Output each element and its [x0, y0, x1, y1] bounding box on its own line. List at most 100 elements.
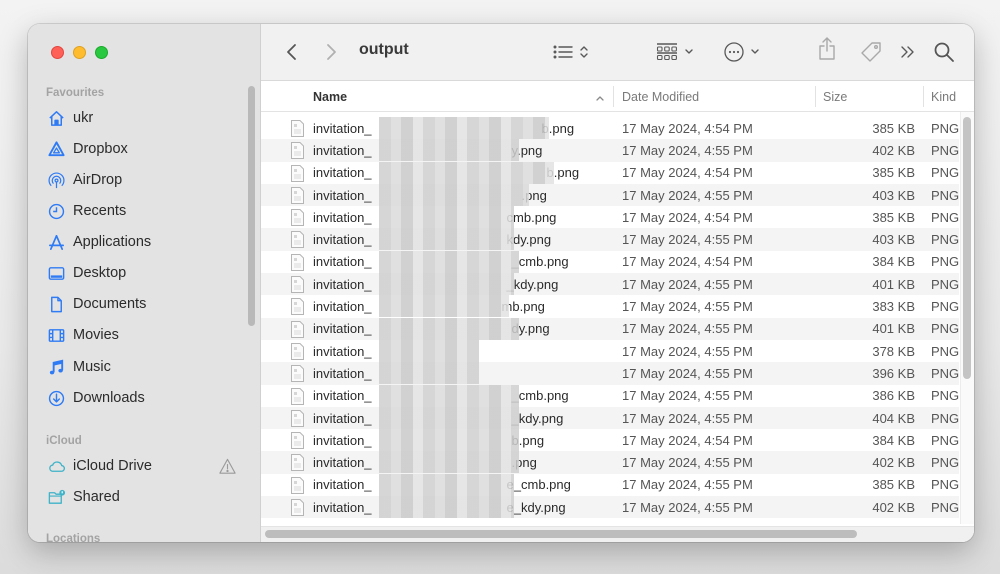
png-file-icon [291, 342, 304, 360]
table-row[interactable]: invitation_ dy.png 17 May 2024, 4:55 PM 401… [261, 317, 959, 340]
sidebar-item-icloud-drive[interactable]: iCloud Drive [46, 453, 236, 479]
file-kind: PNG [931, 477, 960, 493]
action-menu-button[interactable] [723, 40, 760, 64]
date-modified: 17 May 2024, 4:55 PM [622, 477, 753, 493]
file-name-suffix: _kdy.png [511, 410, 564, 426]
close-button[interactable] [51, 46, 64, 59]
file-name-suffix: cmb.png [506, 209, 557, 225]
date-modified: 17 May 2024, 4:55 PM [622, 142, 753, 158]
desktop-icon [46, 263, 66, 283]
tag-button[interactable] [859, 40, 883, 64]
horizontal-scroll-track [261, 526, 974, 542]
sidebar-item-label: Downloads [73, 390, 145, 406]
table-row[interactable]: invitation_ .png 17 May 2024, 4:55 PM 402 K… [261, 451, 959, 474]
film-icon [46, 325, 66, 345]
window-controls [51, 46, 108, 59]
sidebar-item-documents[interactable]: Documents [46, 291, 236, 317]
file-kind: PNG [931, 410, 960, 426]
file-size: 385 KB [872, 120, 915, 136]
music-note-icon [46, 357, 66, 377]
sidebar-item-movies[interactable]: Movies [46, 322, 236, 348]
table-header: Name Date Modified Size Kind [261, 81, 974, 112]
warning-icon[interactable] [218, 457, 236, 475]
file-size: 401 KB [872, 321, 915, 337]
date-modified: 17 May 2024, 4:55 PM [622, 232, 753, 248]
column-divider[interactable] [613, 86, 614, 107]
table-row[interactable]: invitation_ e_kdy.png 17 May 2024, 4:55 PM… [261, 496, 959, 519]
table-row[interactable]: invitation_ b.png 17 May 2024, 4:54 PM 384 … [261, 429, 959, 452]
file-size: 384 KB [872, 254, 915, 270]
column-divider[interactable] [815, 86, 816, 107]
date-modified: 17 May 2024, 4:55 PM [622, 343, 753, 359]
table-row[interactable]: invitation_ _cmb.png 17 May 2024, 4:55 PM 3… [261, 384, 960, 407]
table-row[interactable]: invitation_ b.png 17 May 2024, 4:54 PM 385 … [261, 161, 959, 184]
column-header-size[interactable]: Size [823, 81, 847, 112]
sidebar-item-music[interactable]: Music [46, 354, 236, 380]
table-row[interactable]: invitation_ .png 17 May 2024, 4:55 PM 403 K… [261, 183, 959, 207]
table-row[interactable]: invitation_ b.png 17 May 2024, 4:54 PM 385 … [261, 117, 959, 139]
list-view-icon [553, 43, 575, 61]
table-row[interactable]: invitation_ mb.png 17 May 2024, 4:55 PM 383… [261, 295, 959, 318]
column-header-date-modified[interactable]: Date Modified [622, 81, 699, 112]
file-name-suffix: e_cmb.png [506, 477, 571, 493]
sidebar-item-downloads[interactable]: Downloads [46, 385, 236, 411]
date-modified: 17 May 2024, 4:55 PM [622, 410, 753, 426]
sidebar-item-ukr[interactable]: ukr [46, 105, 236, 131]
table-row[interactable]: invitation_ e_cmb.png 17 May 2024, 4:55 PM… [261, 473, 960, 496]
file-size: 378 KB [872, 343, 915, 359]
table-row[interactable]: invitation_ cmb.png 17 May 2024, 4:54 PM 38… [261, 206, 959, 229]
share-button[interactable] [817, 37, 837, 61]
sidebar-item-label: AirDrop [73, 172, 123, 188]
file-name-prefix: invitation_ [313, 187, 372, 203]
zoom-button[interactable] [95, 46, 108, 59]
sidebar-item-recents[interactable]: Recents [46, 198, 236, 224]
sidebar-item-desktop[interactable]: Desktop [46, 260, 236, 286]
share-icon [817, 36, 837, 62]
table-row[interactable]: invitation_ _cmb.png 17 May 2024, 4:54 PM 3… [261, 250, 959, 273]
back-button[interactable] [285, 40, 299, 64]
vertical-scrollbar[interactable] [963, 117, 971, 379]
group-button[interactable] [656, 40, 694, 64]
minimize-button[interactable] [73, 46, 86, 59]
date-modified: 17 May 2024, 4:54 PM [622, 209, 753, 225]
sidebar-item-label: iCloud Drive [73, 458, 152, 474]
column-divider[interactable] [923, 86, 924, 107]
sidebar-scrollbar[interactable] [248, 86, 255, 326]
table-row[interactable]: invitation_ kdy.png 17 May 2024, 4:55 PM 40… [261, 228, 959, 251]
clock-icon [46, 201, 66, 221]
overflow-button[interactable] [900, 40, 916, 64]
column-header-name[interactable]: Name [313, 81, 347, 112]
search-button[interactable] [933, 40, 955, 64]
sidebar-item-airdrop[interactable]: AirDrop [46, 167, 236, 193]
table-row[interactable]: invitation_ 17 May 2024, 4:55 PM 378 KB PNG [261, 339, 959, 362]
redacted-region [379, 117, 549, 139]
file-kind: PNG [931, 142, 960, 158]
column-header-kind[interactable]: Kind [931, 81, 956, 112]
file-size: 403 KB [872, 232, 915, 248]
horizontal-scrollbar[interactable] [265, 530, 857, 538]
view-mode-button[interactable] [553, 40, 589, 64]
chevron-down-icon [750, 48, 760, 56]
sidebar-item-applications[interactable]: Applications [46, 229, 236, 255]
sidebar-item-shared[interactable]: Shared [46, 484, 236, 510]
file-name-suffix: _kdy.png [506, 276, 559, 292]
sidebar-item-label: Dropbox [73, 141, 128, 157]
table-row[interactable]: invitation_ 17 May 2024, 4:55 PM 396 KB PNG [261, 362, 959, 385]
table-row[interactable]: invitation_ y.png 17 May 2024, 4:55 PM 402 … [261, 139, 960, 162]
file-name-prefix: invitation_ [313, 499, 372, 515]
folder-title: output [359, 41, 409, 58]
redacted-region [379, 339, 479, 362]
file-name-prefix: invitation_ [313, 232, 372, 248]
overflow-icon [900, 44, 916, 60]
file-kind: PNG [931, 120, 960, 136]
file-kind: PNG [931, 388, 960, 404]
redacted-region [379, 183, 529, 206]
table-row[interactable]: invitation_ _kdy.png 17 May 2024, 4:55 PM 4… [261, 273, 959, 296]
sidebar-item-dropbox[interactable]: Dropbox [46, 136, 236, 162]
file-size: 401 KB [872, 276, 915, 292]
forward-button[interactable] [324, 40, 338, 64]
table-row[interactable]: invitation_ _kdy.png 17 May 2024, 4:55 PM 4… [261, 406, 960, 430]
tag-icon [859, 40, 883, 64]
applications-icon [46, 232, 66, 252]
shared-folder-icon [46, 487, 66, 507]
